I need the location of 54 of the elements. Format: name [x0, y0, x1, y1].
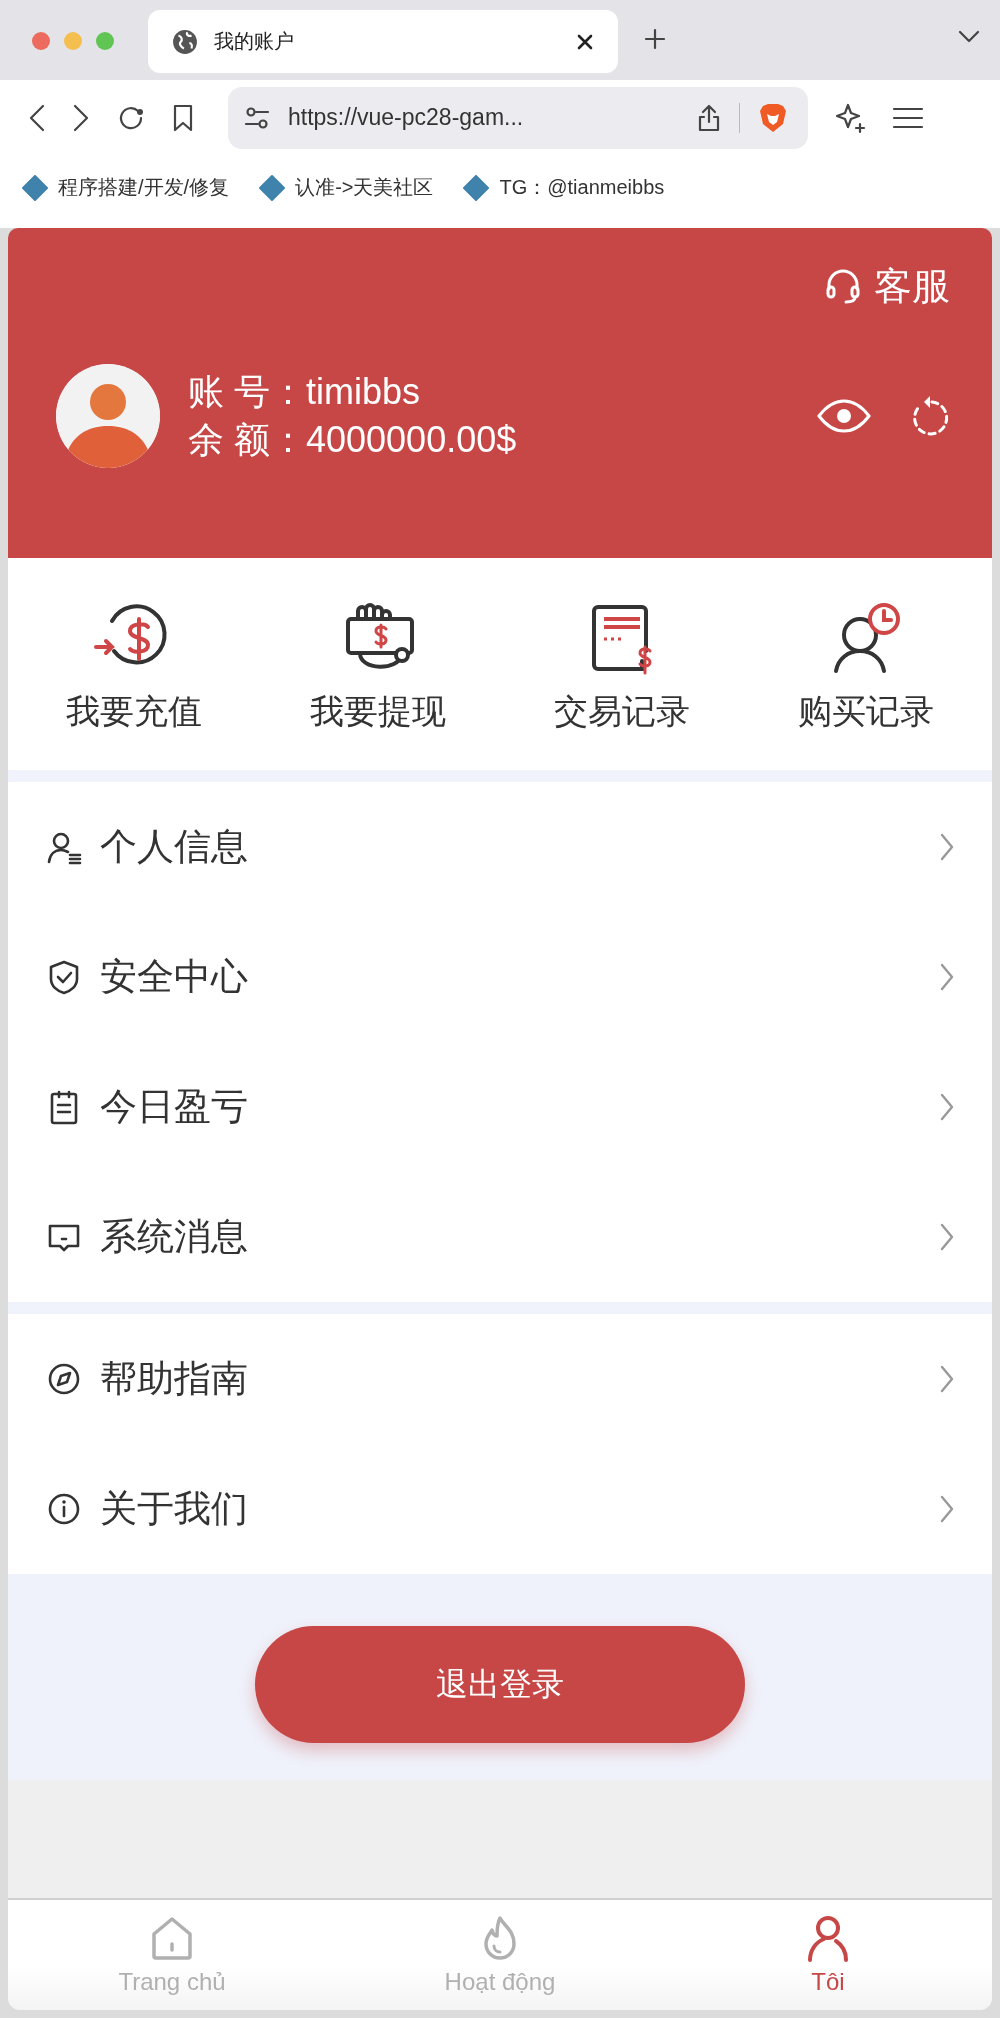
address-text: https://vue-pc28-gam... [288, 104, 525, 131]
menu-item[interactable]: 个人信息 [8, 782, 992, 912]
menu-item[interactable]: 系统消息 [8, 1172, 992, 1302]
address-bar[interactable]: https://vue-pc28-gam... [228, 86, 808, 149]
chevron-right-icon [940, 1495, 954, 1523]
bookmark-icon [172, 102, 194, 133]
chevron-down-icon [958, 30, 980, 44]
balance-amount: 4000000.00$ [306, 418, 517, 462]
quick-action[interactable]: 我要充值 [12, 558, 256, 770]
avatar-icon [56, 364, 160, 468]
tab-title: 我的账户 [214, 29, 295, 54]
quick-action[interactable]: 交易记录 [500, 558, 744, 770]
forward-icon [72, 102, 90, 133]
diamond-icon [259, 174, 286, 201]
chevron-right-icon [940, 1365, 954, 1393]
diamond-icon [463, 174, 490, 201]
back-icon [28, 102, 46, 133]
browser-tab[interactable]: 我的账户 [148, 10, 618, 73]
close-icon [576, 32, 594, 51]
chevron-right-icon [940, 1093, 954, 1121]
chevron-right-icon [940, 963, 954, 991]
chevron-right-icon [940, 833, 954, 861]
logout-button[interactable]: 退出登录 [255, 1626, 745, 1743]
minimize-window-button[interactable] [64, 32, 82, 50]
info-icon [46, 1491, 82, 1527]
menu-item[interactable]: 安全中心 [8, 912, 992, 1042]
menu-item[interactable]: 帮助指南 [8, 1314, 992, 1444]
eye-icon [816, 398, 872, 434]
share-icon [697, 102, 721, 133]
menu-item[interactable]: 关于我们 [8, 1444, 992, 1574]
nav-tab[interactable]: Tôi [664, 1900, 992, 2010]
settings-icon [244, 104, 270, 131]
bookmark-link[interactable]: 认准->天美社区 [259, 174, 434, 201]
compass-icon [46, 1361, 82, 1397]
refresh-icon [910, 394, 950, 438]
customer-service-button[interactable]: 客服 [824, 260, 950, 312]
lion-shield-icon [758, 101, 788, 134]
menu-item[interactable]: 今日盈亏 [8, 1042, 992, 1172]
quick-action[interactable]: 我要提现 [256, 558, 500, 770]
headset-icon [824, 267, 862, 305]
balance-label: 余 额： [188, 418, 306, 462]
plus-icon [644, 28, 666, 50]
bookmark-link[interactable]: TG：@tianmeibbs [463, 174, 665, 201]
bookmark-link[interactable]: 程序搭建/开发/修复 [22, 174, 230, 201]
account-name: timibbs [306, 370, 421, 414]
quick-action[interactable]: 购买记录 [744, 558, 988, 770]
sparkle-icon [834, 101, 866, 134]
menu-icon [892, 105, 924, 130]
globe-icon [172, 28, 198, 55]
close-window-button[interactable] [32, 32, 50, 50]
chevron-right-icon [940, 1223, 954, 1251]
diamond-icon [22, 174, 48, 201]
account-label: 账 号： [188, 370, 306, 414]
zoom-window-button[interactable] [96, 32, 114, 50]
